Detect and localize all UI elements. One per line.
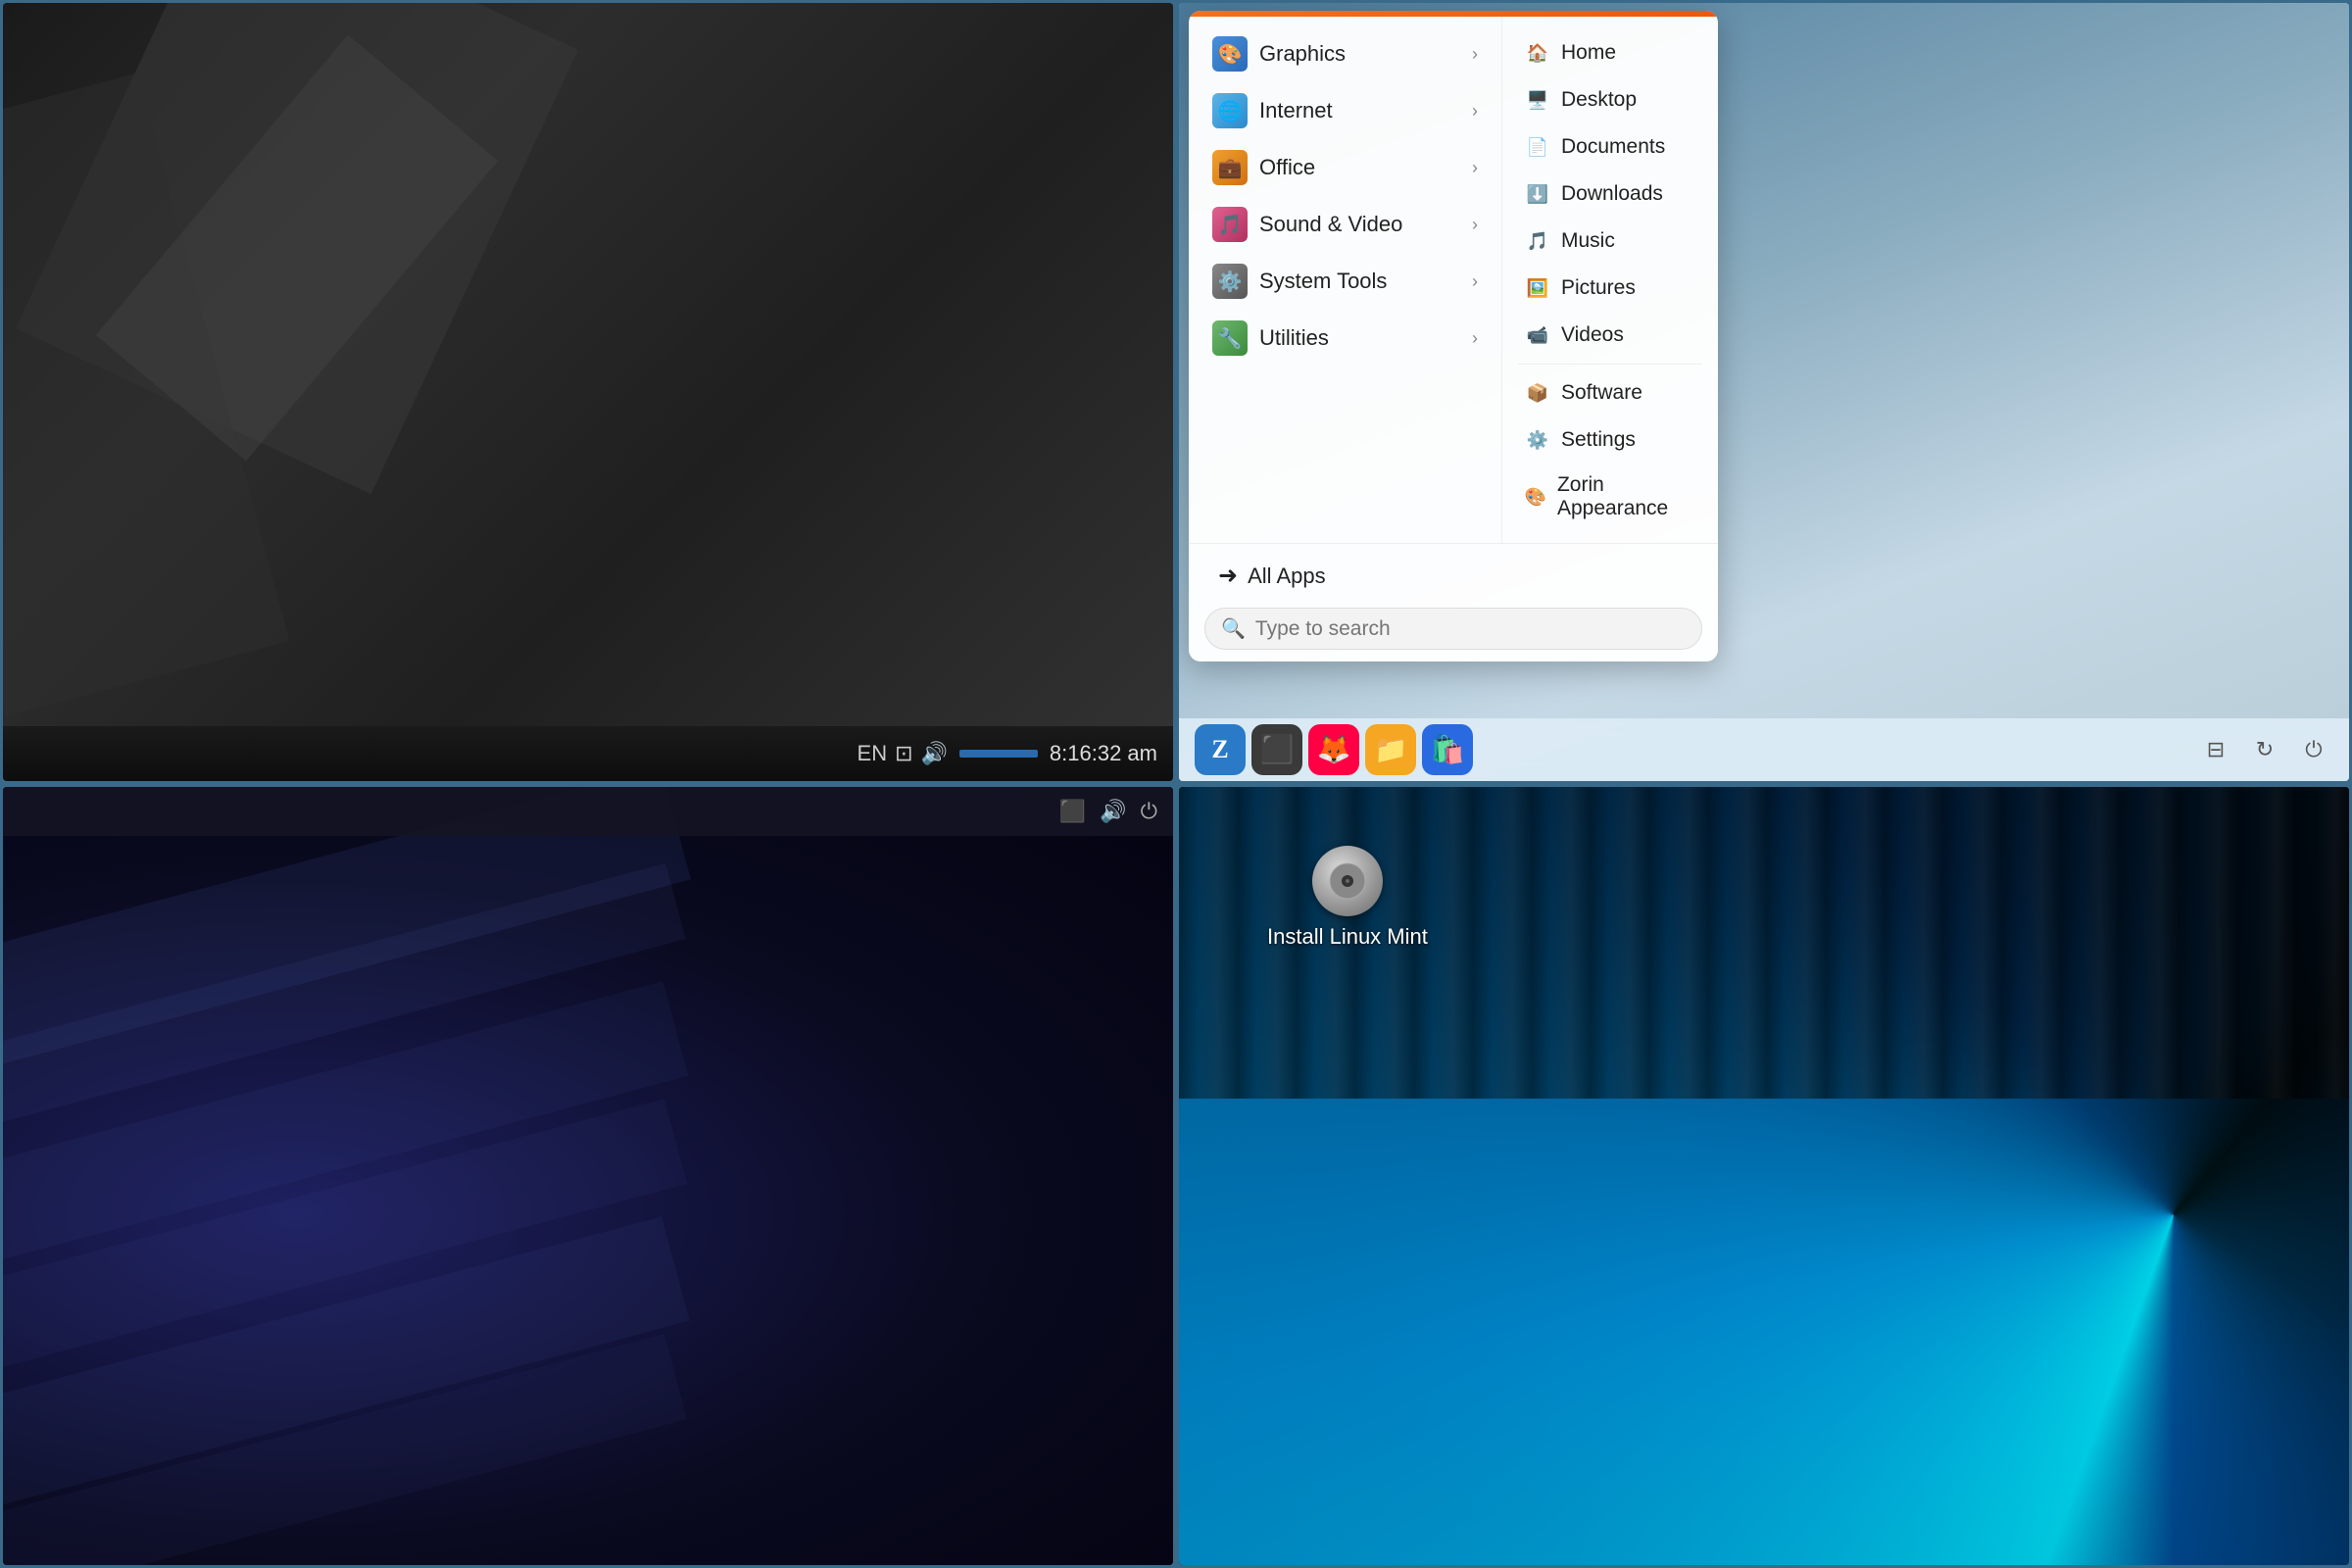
home-icon: 🏠 xyxy=(1524,39,1551,67)
menu-categories: 🎨 Graphics › 🌐 Internet › 💼 Office › 🎵 S… xyxy=(1189,17,1502,543)
search-icon: 🔍 xyxy=(1221,616,1246,641)
menu-place-downloads[interactable]: ⬇️ Downloads xyxy=(1508,172,1712,217)
menu-place-documents[interactable]: 📄 Documents xyxy=(1508,124,1712,170)
menu-system-software[interactable]: 📦 Software xyxy=(1508,370,1712,416)
graphics-icon: 🎨 xyxy=(1212,36,1248,72)
menu-place-pictures[interactable]: 🖼️ Pictures xyxy=(1508,266,1712,311)
settings-label: Settings xyxy=(1561,428,1636,452)
power-bl-icon[interactable]: ⏻ xyxy=(1141,799,1157,824)
music-icon: 🎵 xyxy=(1524,227,1551,255)
utilities-label: Utilities xyxy=(1259,325,1460,351)
videos-label: Videos xyxy=(1561,323,1624,347)
pictures-icon: 🖼️ xyxy=(1524,274,1551,302)
power-button[interactable]: ⏻ xyxy=(2294,730,2333,769)
utilities-arrow: › xyxy=(1472,328,1478,349)
volume-icon[interactable]: 🔊 xyxy=(921,741,948,766)
menu-item-soundvideo[interactable]: 🎵 Sound & Video › xyxy=(1195,197,1495,252)
search-input[interactable] xyxy=(1255,617,1686,641)
menu-item-internet[interactable]: 🌐 Internet › xyxy=(1195,83,1495,138)
soundvideo-icon: 🎵 xyxy=(1212,207,1248,242)
dock-store[interactable]: 🛍️ xyxy=(1422,724,1473,775)
menu-place-videos[interactable]: 📹 Videos xyxy=(1508,313,1712,358)
install-disk-icon xyxy=(1312,846,1383,916)
graphics-label: Graphics xyxy=(1259,41,1460,67)
menu-places-system: 🏠 Home 🖥️ Desktop 📄 Documents ⬇️ Downloa… xyxy=(1502,17,1718,543)
dock-firefox[interactable]: 🦊 xyxy=(1308,724,1359,775)
zorin-appearance-label: Zorin Appearance xyxy=(1557,473,1696,520)
taskbar-bottomleft: ⬛ 🔊 ⏻ xyxy=(3,787,1173,836)
desktop-topleft: EN ⊡ 🔊 8:16:32 am xyxy=(3,3,1173,781)
volume-bl-icon[interactable]: 🔊 xyxy=(1100,799,1126,824)
dock-zorin[interactable]: Z xyxy=(1195,724,1246,775)
settings-icon: ⚙️ xyxy=(1524,426,1551,454)
downloads-icon: ⬇️ xyxy=(1524,180,1551,208)
desktop-icon-menu: 🖥️ xyxy=(1524,86,1551,114)
system-tray: EN ⊡ 🔊 xyxy=(858,741,948,766)
internet-icon: 🌐 xyxy=(1212,93,1248,128)
network-icon: ⊡ xyxy=(895,741,912,766)
menu-place-music[interactable]: 🎵 Music xyxy=(1508,219,1712,264)
documents-label: Documents xyxy=(1561,135,1665,159)
menu-system-zorin-appearance[interactable]: 🎨 Zorin Appearance xyxy=(1508,465,1712,529)
soundvideo-label: Sound & Video xyxy=(1259,212,1460,237)
menu-bottom: ➜ All Apps 🔍 xyxy=(1189,543,1718,662)
menu-item-office[interactable]: 💼 Office › xyxy=(1195,140,1495,195)
clock: 8:16:32 am xyxy=(1050,741,1157,766)
music-label: Music xyxy=(1561,229,1615,253)
dock-window-manager[interactable]: ⬛ xyxy=(1251,724,1302,775)
menu-system-settings[interactable]: ⚙️ Settings xyxy=(1508,417,1712,463)
switch-user-button[interactable]: ⊟ xyxy=(2196,730,2235,769)
desktop-bottomright: Install Linux Mint xyxy=(1179,787,2349,1565)
refresh-button[interactable]: ↻ xyxy=(2245,730,2284,769)
screen-icon[interactable]: ⬛ xyxy=(1059,799,1086,824)
systemtools-icon: ⚙️ xyxy=(1212,264,1248,299)
office-label: Office xyxy=(1259,155,1460,180)
progress-bar xyxy=(959,750,1038,758)
downloads-label: Downloads xyxy=(1561,182,1663,206)
soundvideo-arrow: › xyxy=(1472,215,1478,235)
menu-item-utilities[interactable]: 🔧 Utilities › xyxy=(1195,311,1495,366)
all-apps-button[interactable]: ➜ All Apps xyxy=(1204,552,1702,600)
search-bar[interactable]: 🔍 xyxy=(1204,608,1702,650)
pictures-label: Pictures xyxy=(1561,276,1636,300)
menu-body: 🎨 Graphics › 🌐 Internet › 💼 Office › 🎵 S… xyxy=(1189,17,1718,543)
menu-place-desktop[interactable]: 🖥️ Desktop xyxy=(1508,77,1712,122)
space-background xyxy=(3,787,1173,1565)
menu-divider-1 xyxy=(1518,364,1702,365)
install-linux-mint-icon[interactable]: Install Linux Mint xyxy=(1267,846,1428,950)
software-label: Software xyxy=(1561,381,1642,405)
desktop-topright: 🎨 Graphics › 🌐 Internet › 💼 Office › 🎵 S… xyxy=(1179,3,2349,781)
menu-place-home[interactable]: 🏠 Home xyxy=(1508,30,1712,75)
systemtools-arrow: › xyxy=(1472,271,1478,292)
taskbar-topleft: EN ⊡ 🔊 8:16:32 am xyxy=(3,726,1173,781)
desktop-label: Desktop xyxy=(1561,88,1637,112)
internet-arrow: › xyxy=(1472,101,1478,122)
office-arrow: › xyxy=(1472,158,1478,178)
menu-item-graphics[interactable]: 🎨 Graphics › xyxy=(1195,26,1495,81)
all-apps-label: All Apps xyxy=(1248,564,1326,589)
videos-icon: 📹 xyxy=(1524,321,1551,349)
systemtools-label: System Tools xyxy=(1259,269,1460,294)
internet-label: Internet xyxy=(1259,98,1460,123)
zorin-appearance-icon: 🎨 xyxy=(1524,483,1547,511)
all-apps-arrow-icon: ➜ xyxy=(1218,562,1238,590)
utilities-icon: 🔧 xyxy=(1212,320,1248,356)
software-icon: 📦 xyxy=(1524,379,1551,407)
lang-indicator[interactable]: EN xyxy=(858,741,888,766)
home-label: Home xyxy=(1561,41,1616,65)
menu-item-systemtools[interactable]: ⚙️ System Tools › xyxy=(1195,254,1495,309)
install-linux-mint-label: Install Linux Mint xyxy=(1267,924,1428,950)
dock-files[interactable]: 📁 xyxy=(1365,724,1416,775)
office-icon: 💼 xyxy=(1212,150,1248,185)
desktop-bottomleft: ⬛ 🔊 ⏻ xyxy=(3,787,1173,1565)
graphics-arrow: › xyxy=(1472,44,1478,65)
app-menu: 🎨 Graphics › 🌐 Internet › 💼 Office › 🎵 S… xyxy=(1189,11,1718,662)
taskbar-topright: Z ⬛ 🦊 📁 🛍️ ⊟ ↻ ⏻ xyxy=(1179,718,2349,781)
documents-icon: 📄 xyxy=(1524,133,1551,161)
